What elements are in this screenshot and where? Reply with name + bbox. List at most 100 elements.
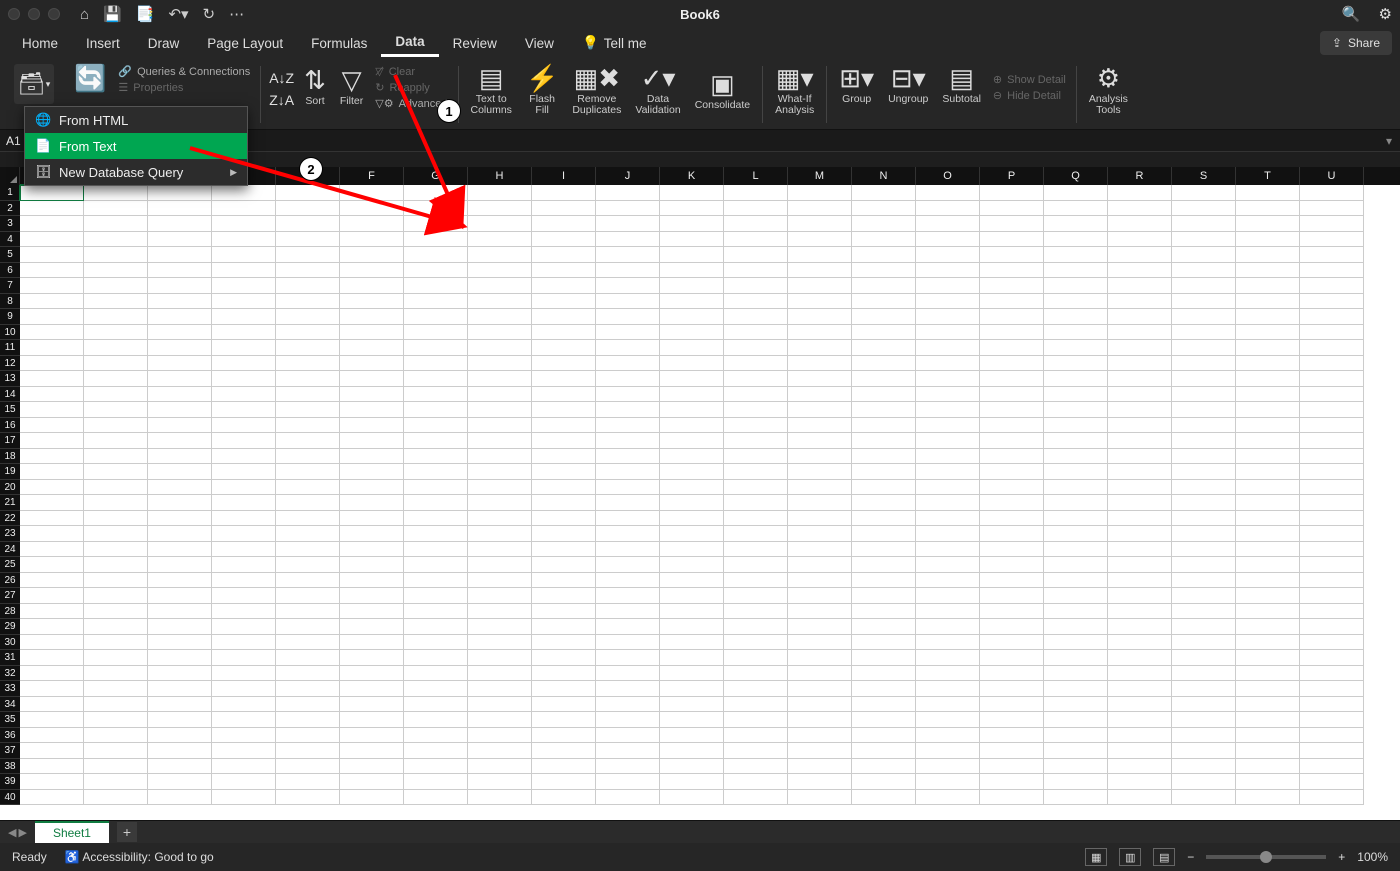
cell[interactable] xyxy=(1300,697,1364,713)
cell[interactable] xyxy=(596,619,660,635)
cell[interactable] xyxy=(340,759,404,775)
cell[interactable] xyxy=(1108,325,1172,341)
cell[interactable] xyxy=(1044,588,1108,604)
cell[interactable] xyxy=(660,340,724,356)
cell[interactable] xyxy=(1236,619,1300,635)
cell[interactable] xyxy=(916,743,980,759)
cell[interactable] xyxy=(340,619,404,635)
cell[interactable] xyxy=(276,449,340,465)
cell[interactable] xyxy=(660,294,724,310)
cell[interactable] xyxy=(148,232,212,248)
cell[interactable] xyxy=(1108,340,1172,356)
cell[interactable] xyxy=(404,433,468,449)
cell[interactable] xyxy=(148,573,212,589)
cell[interactable] xyxy=(148,619,212,635)
cell[interactable] xyxy=(1236,449,1300,465)
cell[interactable] xyxy=(660,356,724,372)
cell[interactable] xyxy=(1044,371,1108,387)
cell[interactable] xyxy=(1300,402,1364,418)
cell[interactable] xyxy=(1108,712,1172,728)
cell[interactable] xyxy=(1172,759,1236,775)
cell[interactable] xyxy=(1172,666,1236,682)
cell[interactable] xyxy=(724,573,788,589)
cell[interactable] xyxy=(1044,557,1108,573)
cell[interactable] xyxy=(1172,294,1236,310)
cell[interactable] xyxy=(468,356,532,372)
cell[interactable] xyxy=(1236,511,1300,527)
cell[interactable] xyxy=(1044,263,1108,279)
cell[interactable] xyxy=(724,697,788,713)
cell[interactable] xyxy=(276,418,340,434)
tab-review[interactable]: Review xyxy=(439,31,511,56)
cell[interactable] xyxy=(84,511,148,527)
cell[interactable] xyxy=(212,588,276,604)
search-icon[interactable]: 🔍 xyxy=(1342,5,1361,23)
view-normal-button[interactable]: ▦ xyxy=(1085,848,1107,866)
cell[interactable] xyxy=(1172,325,1236,341)
cell[interactable] xyxy=(276,464,340,480)
cell[interactable] xyxy=(84,309,148,325)
cell[interactable] xyxy=(660,573,724,589)
cell[interactable] xyxy=(276,325,340,341)
cell[interactable] xyxy=(532,278,596,294)
dropdown-from-html[interactable]: 🌐 From HTML xyxy=(25,107,247,133)
cell[interactable] xyxy=(468,418,532,434)
cell[interactable] xyxy=(1108,216,1172,232)
cell[interactable] xyxy=(20,542,84,558)
cell[interactable] xyxy=(788,356,852,372)
cell[interactable] xyxy=(212,542,276,558)
cell[interactable] xyxy=(916,325,980,341)
cell[interactable] xyxy=(276,433,340,449)
cell[interactable] xyxy=(468,464,532,480)
cell[interactable] xyxy=(852,294,916,310)
cell[interactable] xyxy=(1044,356,1108,372)
cell[interactable] xyxy=(404,774,468,790)
cell[interactable] xyxy=(916,697,980,713)
cell[interactable] xyxy=(724,387,788,403)
cell[interactable] xyxy=(532,681,596,697)
cell[interactable] xyxy=(596,232,660,248)
cell[interactable] xyxy=(660,464,724,480)
cell[interactable] xyxy=(84,635,148,651)
cell[interactable] xyxy=(276,743,340,759)
cell[interactable] xyxy=(84,371,148,387)
cell[interactable] xyxy=(596,774,660,790)
cell[interactable] xyxy=(1172,340,1236,356)
row-header[interactable]: 38 xyxy=(0,759,20,775)
zoom-in-button[interactable]: + xyxy=(1338,850,1345,864)
cell[interactable] xyxy=(276,247,340,263)
cell[interactable] xyxy=(532,201,596,217)
cell[interactable] xyxy=(404,697,468,713)
cell[interactable] xyxy=(1300,650,1364,666)
cell[interactable] xyxy=(340,495,404,511)
cell[interactable] xyxy=(1236,371,1300,387)
consolidate-button[interactable]: ▣Consolidate xyxy=(691,68,754,113)
cell[interactable] xyxy=(20,201,84,217)
row-header[interactable]: 9 xyxy=(0,309,20,325)
cell[interactable] xyxy=(276,371,340,387)
cell[interactable] xyxy=(1172,604,1236,620)
cell[interactable] xyxy=(596,309,660,325)
cell[interactable] xyxy=(1236,712,1300,728)
cell[interactable] xyxy=(20,743,84,759)
cell[interactable] xyxy=(340,449,404,465)
cell[interactable] xyxy=(532,371,596,387)
cell[interactable] xyxy=(1044,743,1108,759)
cell[interactable] xyxy=(1108,480,1172,496)
cell[interactable] xyxy=(724,650,788,666)
cell[interactable] xyxy=(916,650,980,666)
cell[interactable] xyxy=(788,340,852,356)
column-header[interactable]: Q xyxy=(1044,167,1108,185)
cell[interactable] xyxy=(404,263,468,279)
text-to-columns-button[interactable]: ▤Text to Columns xyxy=(467,62,516,118)
cell[interactable] xyxy=(660,371,724,387)
cell[interactable] xyxy=(340,294,404,310)
cell[interactable] xyxy=(20,604,84,620)
cell[interactable] xyxy=(916,278,980,294)
cell[interactable] xyxy=(1300,464,1364,480)
cell[interactable] xyxy=(148,185,212,201)
cell[interactable] xyxy=(788,418,852,434)
cell[interactable] xyxy=(1044,666,1108,682)
cell[interactable] xyxy=(340,418,404,434)
cell[interactable] xyxy=(1172,278,1236,294)
